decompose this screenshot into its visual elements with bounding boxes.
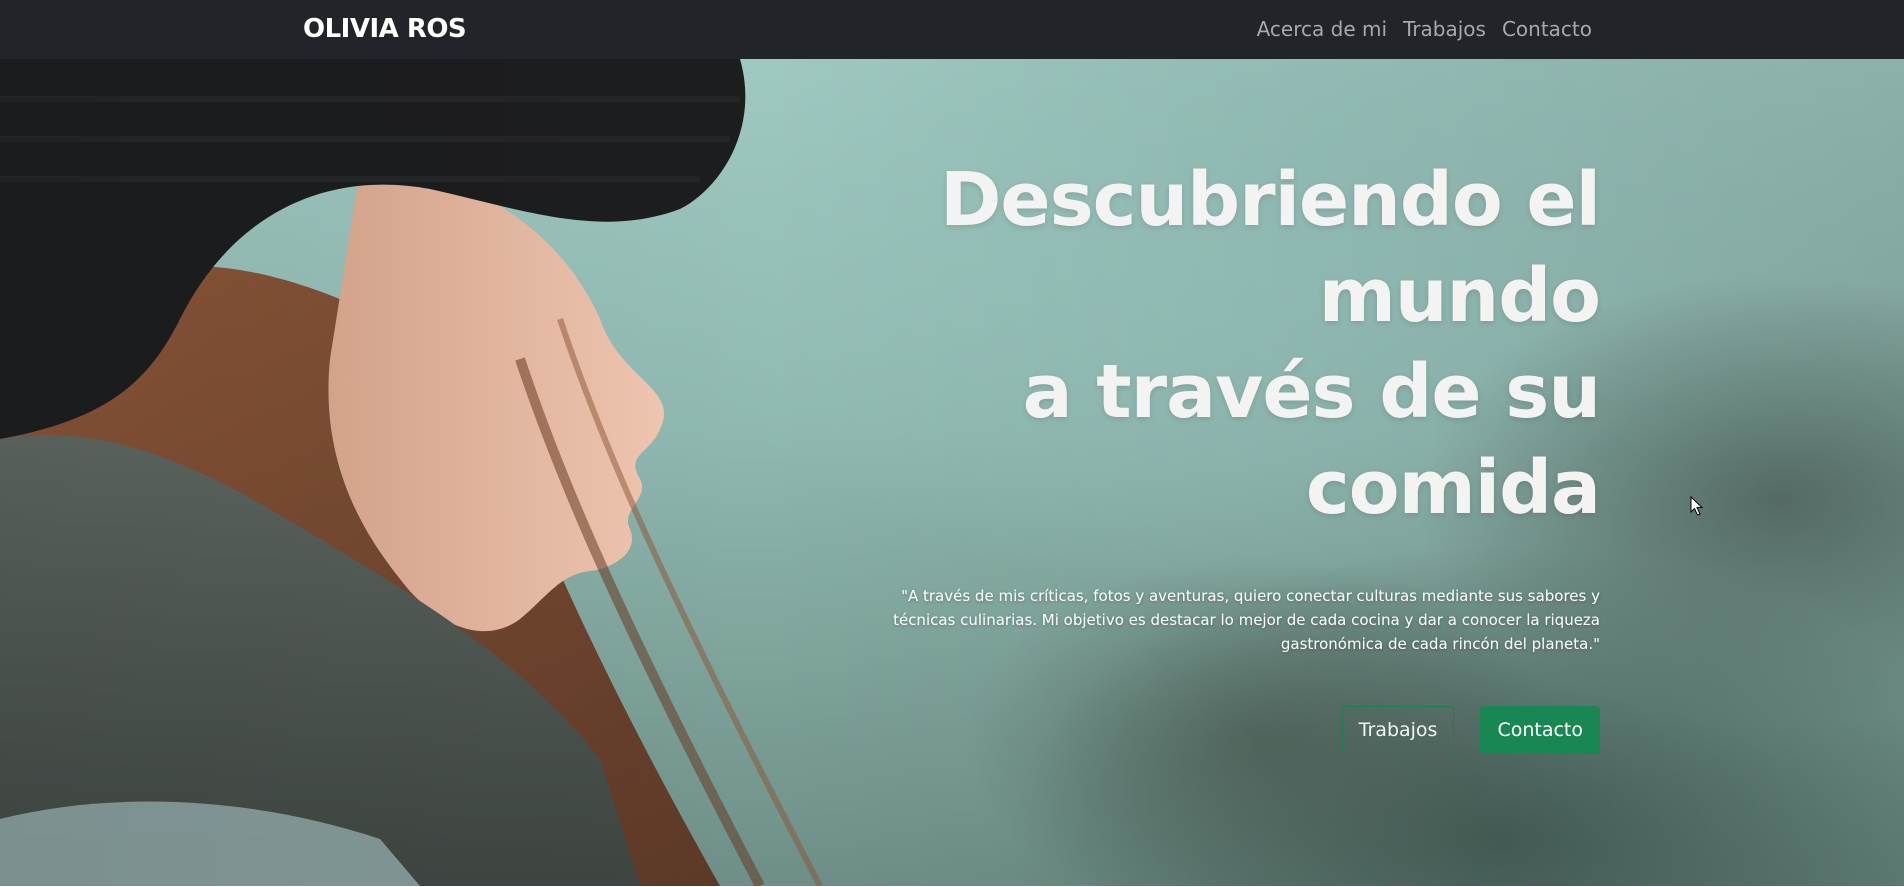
nav-link-acerca[interactable]: Acerca de mi <box>1257 14 1387 44</box>
brand-logo[interactable]: OLIVIA ROS <box>303 13 467 45</box>
hero-title: Descubriendo el mundo a través de su com… <box>700 152 1601 536</box>
nav-link-contacto[interactable]: Contacto <box>1502 14 1592 44</box>
nav-link-trabajos[interactable]: Trabajos <box>1403 14 1486 44</box>
hero-quote: "A través de mis críticas, fotos y avent… <box>893 587 1600 653</box>
top-navbar: OLIVIA ROS Acerca de mi Trabajos Contact… <box>0 0 1904 59</box>
hero-content: Descubriendo el mundo a través de su com… <box>700 152 1601 754</box>
hero-title-line: comida <box>1305 445 1601 531</box>
hero-section: Descubriendo el mundo a través de su com… <box>0 59 1904 886</box>
hero-title-line: a través de su <box>1022 349 1601 435</box>
mouse-pointer-icon <box>1690 496 1704 516</box>
hero-buttons: Trabajos Contacto <box>700 706 1600 754</box>
hero-title-line: mundo <box>1318 253 1601 339</box>
trabajos-button[interactable]: Trabajos <box>1341 706 1455 754</box>
contacto-button[interactable]: Contacto <box>1480 706 1600 754</box>
nav-links: Acerca de mi Trabajos Contacto <box>1257 14 1592 44</box>
hero-title-line: Descubriendo el <box>939 157 1601 243</box>
